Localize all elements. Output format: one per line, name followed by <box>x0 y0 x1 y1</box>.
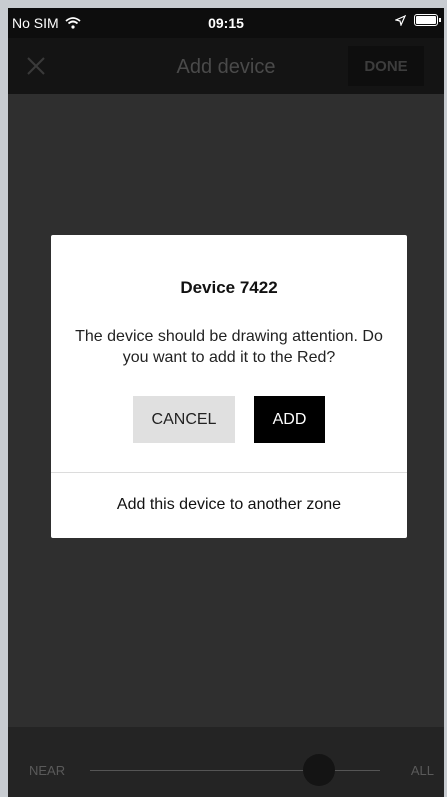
slider-thumb[interactable] <box>303 754 336 786</box>
slider-max-label: ALL <box>410 763 434 778</box>
dialog-divider <box>51 472 407 473</box>
status-icons <box>395 14 441 26</box>
add-button[interactable]: ADD <box>254 396 325 443</box>
add-device-dialog: Device 7422 The device should be drawing… <box>51 235 407 538</box>
location-arrow-icon <box>395 14 406 26</box>
nav-bar: Add device DONE <box>8 38 444 94</box>
slider-track[interactable] <box>90 770 380 771</box>
slider-min-label: NEAR <box>29 763 66 778</box>
range-slider-bar: NEAR ALL <box>8 727 444 797</box>
dialog-title: Device 7422 <box>180 278 278 297</box>
done-button[interactable]: DONE <box>348 46 424 86</box>
app-screen: No SIM 09:15 Add device DONE NEAR ALL De… <box>8 8 444 797</box>
battery-icon <box>414 14 441 26</box>
dialog-message: The device should be drawing attention. … <box>75 328 383 366</box>
cancel-button[interactable]: CANCEL <box>133 396 235 443</box>
status-time: 09:15 <box>208 15 244 31</box>
add-to-another-zone-link[interactable]: Add this device to another zone <box>51 496 407 514</box>
status-bar: No SIM 09:15 <box>8 8 444 38</box>
